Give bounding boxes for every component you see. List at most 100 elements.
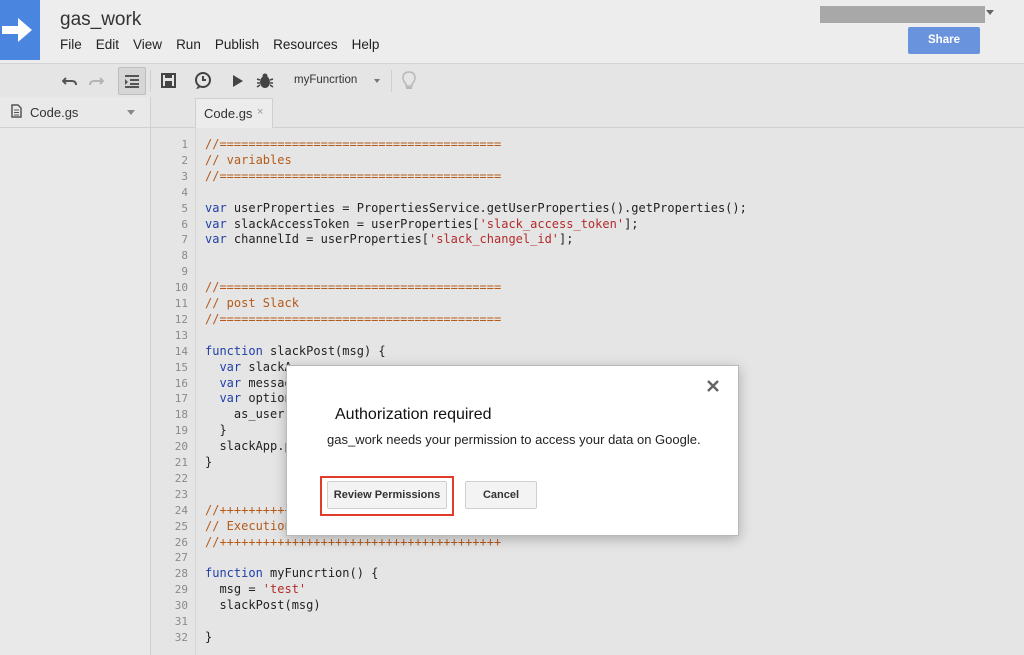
toolbar-divider (391, 70, 392, 92)
code-token: } (205, 629, 213, 644)
code-token: } (205, 423, 227, 438)
code-line[interactable]: function slackPost(msg) { (205, 344, 386, 358)
code-token: var (205, 216, 227, 231)
code-token: userProperties = PropertiesService.getUs… (226, 200, 747, 215)
code-token: // Execution (205, 518, 292, 533)
review-permissions-button[interactable]: Review Permissions (327, 481, 447, 509)
menu-run[interactable]: Run (176, 37, 201, 52)
header-bar: gas_work File Edit View Run Publish Reso… (0, 0, 1024, 63)
tab-code-gs[interactable]: Code.gs × (195, 98, 273, 128)
apps-script-logo[interactable] (0, 0, 40, 60)
code-token: //======================================… (205, 137, 502, 151)
code-token: var (205, 375, 242, 390)
code-token: var (205, 232, 227, 247)
code-token: option (241, 391, 292, 406)
line-number: 1 (181, 138, 188, 151)
code-token: ]; (624, 216, 639, 231)
code-token: function (205, 343, 263, 358)
cancel-button[interactable]: Cancel (465, 481, 537, 509)
file-sidebar: Code.gs (0, 97, 151, 655)
menu-help[interactable]: Help (352, 37, 380, 52)
code-line[interactable]: var messag (205, 375, 292, 390)
code-token: channelId = userProperties[ (226, 232, 429, 247)
code-line[interactable]: //======================================… (205, 280, 501, 294)
code-line[interactable]: //++++++++++++++++++++++++++++++++++++++… (205, 535, 501, 549)
run-icon[interactable] (228, 64, 248, 97)
code-token: messag (241, 375, 292, 390)
editor-tab-bar: Code.gs × (151, 97, 1024, 128)
line-number: 5 (181, 201, 188, 215)
line-number: 3 (181, 169, 188, 183)
line-number: 28 (174, 567, 188, 581)
code-line[interactable]: } (205, 630, 212, 644)
save-icon[interactable] (158, 64, 178, 97)
code-line[interactable]: //======================================… (205, 169, 501, 183)
code-line[interactable]: } (205, 455, 212, 469)
tab-close-icon[interactable]: × (257, 106, 263, 118)
code-line[interactable]: slackPost(msg) (205, 598, 320, 612)
function-select-value: myFuncrtion (294, 74, 358, 86)
code-token: slackAccessToken = userProperties[ (226, 216, 480, 231)
code-line[interactable]: // Execution (205, 519, 292, 533)
authorization-dialog: Authorization required gas_work needs yo… (286, 365, 739, 536)
account-caret-icon[interactable] (986, 10, 994, 15)
redo-icon[interactable] (86, 64, 106, 97)
code-line[interactable]: var slackAccessToken = userProperties['s… (205, 217, 639, 231)
code-line[interactable]: // variables (205, 153, 292, 167)
code-token: //======================================… (205, 168, 502, 183)
lightbulb-icon[interactable] (398, 64, 420, 97)
code-line[interactable]: function myFuncrtion() { (205, 566, 378, 580)
code-line[interactable]: //======================================… (205, 137, 501, 151)
line-number: 6 (181, 217, 188, 231)
code-line[interactable]: //++++++++++ (205, 503, 292, 517)
line-number: 27 (174, 551, 188, 565)
code-line[interactable]: } (205, 423, 227, 438)
line-number: 31 (174, 615, 188, 628)
code-line[interactable]: var userProperties = PropertiesService.g… (205, 201, 747, 215)
indent-icon[interactable] (118, 67, 146, 95)
close-icon[interactable] (705, 378, 721, 394)
code-line[interactable]: var channelId = userProperties['slack_ch… (205, 232, 573, 246)
code-token: 'slack_changel_id' (428, 232, 560, 247)
menu-view[interactable]: View (133, 37, 162, 52)
code-line[interactable]: // post Slack (205, 296, 299, 310)
code-token: var (205, 200, 227, 215)
code-line[interactable]: as_user (205, 407, 285, 421)
account-redacted[interactable] (820, 6, 985, 23)
code-token: var (205, 391, 242, 406)
undo-icon[interactable] (60, 64, 80, 97)
menu-resources[interactable]: Resources (273, 37, 338, 52)
code-token: 'slack_access_token' (479, 216, 625, 231)
menu-publish[interactable]: Publish (215, 37, 259, 52)
triggers-icon[interactable] (192, 64, 214, 97)
menu-edit[interactable]: Edit (96, 37, 119, 52)
code-line[interactable]: var option (205, 391, 292, 406)
menu-file[interactable]: File (60, 37, 82, 52)
tab-label: Code.gs (204, 106, 253, 121)
code-line[interactable]: slackApp.p (205, 439, 291, 453)
line-number: 10 (174, 281, 188, 295)
code-line[interactable]: //======================================… (205, 312, 501, 326)
line-number: 14 (174, 344, 188, 358)
code-line[interactable]: msg = 'test' (205, 582, 306, 596)
code-token: //======================================… (205, 311, 502, 326)
file-menu-caret-icon[interactable] (127, 110, 135, 115)
file-name: Code.gs (30, 105, 79, 120)
line-number: 9 (181, 265, 188, 279)
code-token: slackPost(msg) { (262, 343, 386, 358)
arrow-right-icon (2, 18, 32, 42)
code-token: //++++++++++++++++++++++++++++++++++++++… (205, 534, 502, 549)
code-token: myFuncrtion() { (262, 566, 379, 581)
function-select[interactable]: myFuncrtion (288, 68, 386, 92)
share-button[interactable]: Share (908, 27, 980, 54)
line-number: 26 (174, 535, 188, 549)
debug-icon[interactable] (254, 64, 276, 97)
code-token: var (205, 359, 242, 374)
file-icon (11, 104, 22, 118)
code-line[interactable]: var slackA (205, 359, 291, 374)
line-number: 21 (174, 456, 188, 469)
file-item-code-gs[interactable]: Code.gs (0, 97, 150, 128)
line-number: 32 (174, 630, 188, 644)
project-title[interactable]: gas_work (60, 9, 141, 31)
line-number: 15 (174, 360, 188, 374)
